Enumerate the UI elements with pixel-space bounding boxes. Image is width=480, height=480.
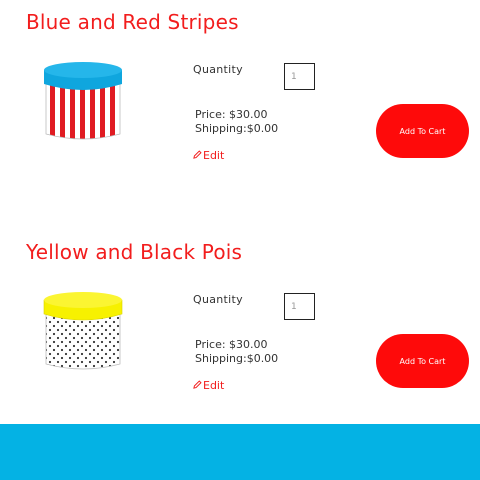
- quantity-label: Quantity: [193, 63, 243, 76]
- edit-link[interactable]: Edit: [193, 149, 224, 162]
- product-title: Blue and Red Stripes: [26, 10, 239, 34]
- shipping-text: Shipping:$0.00: [195, 352, 279, 365]
- quantity-label: Quantity: [193, 293, 243, 306]
- add-to-cart-button[interactable]: Add To Cart: [376, 334, 469, 388]
- edit-link[interactable]: Edit: [193, 379, 224, 392]
- add-to-cart-button[interactable]: Add To Cart: [376, 104, 469, 158]
- pencil-icon: [193, 379, 202, 392]
- shipping-text: Shipping:$0.00: [195, 122, 279, 135]
- product-card-yellow-black-pois: Yellow and Black Pois Quantity Price:: [0, 240, 480, 440]
- product-card-blue-red-stripes: Blue and Red Stripes Quantity 1 Price: $…: [0, 10, 480, 210]
- quantity-input[interactable]: [284, 63, 315, 90]
- edit-label: Edit: [203, 149, 225, 162]
- quantity-input[interactable]: [284, 293, 315, 320]
- yellow-polka-dot-box-icon: [40, 288, 126, 376]
- price-text: Price: $30.00: [195, 338, 268, 351]
- price-text: Price: $30.00: [195, 108, 268, 121]
- blue-red-striped-box-icon: [40, 58, 126, 146]
- edit-label: Edit: [203, 379, 225, 392]
- pencil-icon: [193, 149, 202, 162]
- product-title: Yellow and Black Pois: [26, 240, 243, 264]
- footer-bar: [0, 424, 480, 480]
